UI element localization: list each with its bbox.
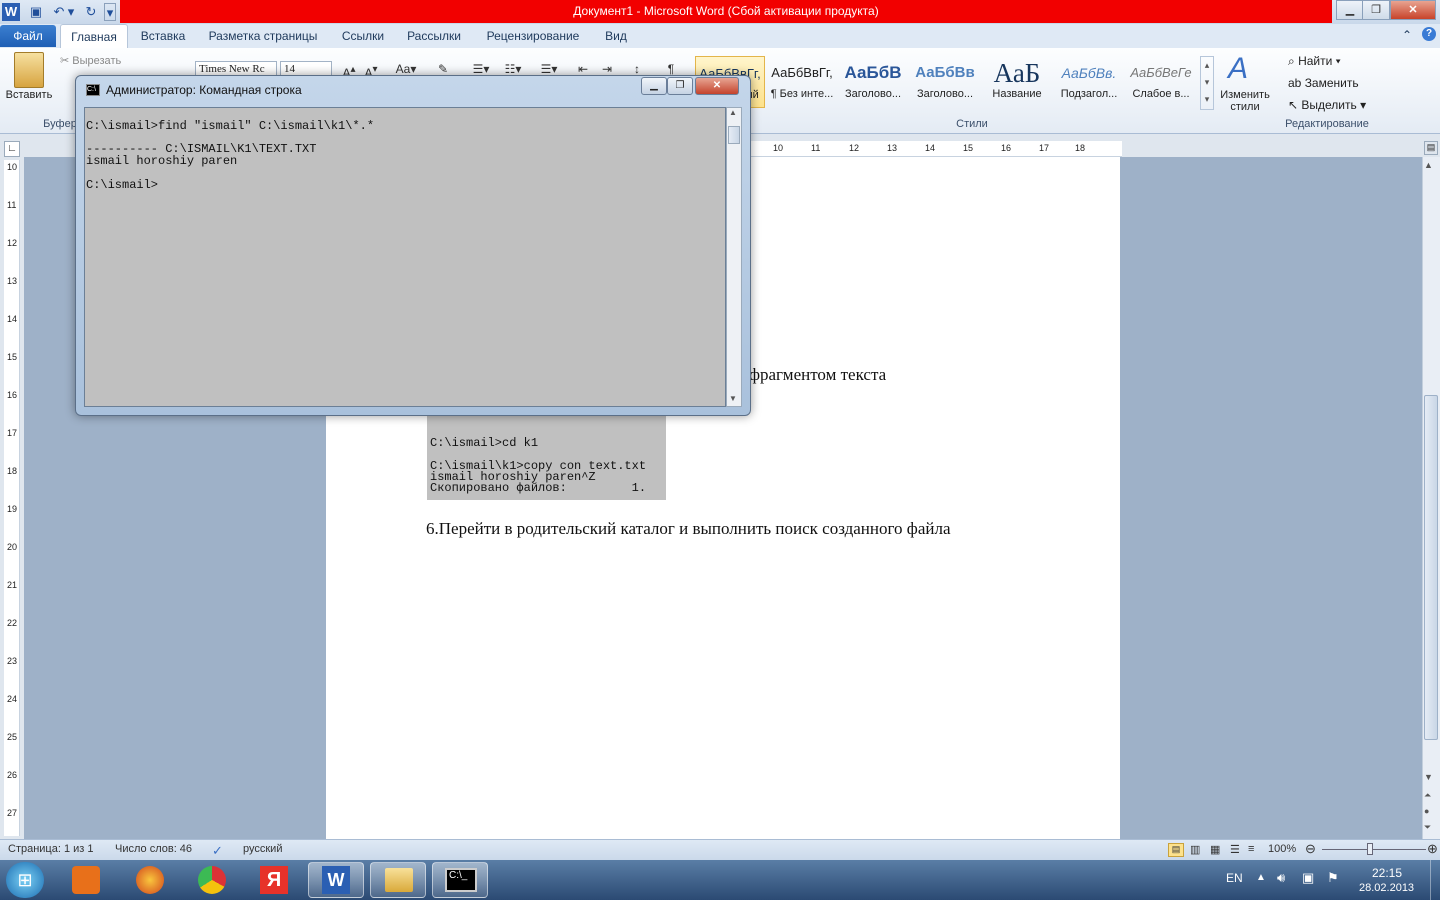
web-layout-icon[interactable]: ▦ xyxy=(1210,843,1220,856)
redo-icon[interactable]: ↻ xyxy=(82,3,100,21)
style-subtitle[interactable]: АаБбВв. Подзагол... xyxy=(1054,56,1124,108)
outline-icon[interactable]: ☰ xyxy=(1230,843,1240,856)
group-clipboard-label: Буфер xyxy=(43,118,77,130)
taskbar-explorer-icon[interactable] xyxy=(370,862,426,898)
taskbar-cmd-icon[interactable]: C:\_ xyxy=(432,862,488,898)
status-page[interactable]: Страница: 1 из 1 xyxy=(8,843,94,855)
tab-mailings[interactable]: Рассылки xyxy=(400,24,468,48)
change-styles-button[interactable]: Изменить стили xyxy=(1216,89,1274,113)
style-subtle-emphasis[interactable]: АаБбВеГе Слабое в... xyxy=(1126,56,1196,108)
reading-layout-icon[interactable]: ▥ xyxy=(1190,843,1200,856)
draft-icon[interactable]: ≡ xyxy=(1248,843,1254,855)
minimize-button[interactable]: ▁ xyxy=(1336,0,1364,20)
collapse-ribbon-icon[interactable]: ⌃ xyxy=(1402,28,1412,42)
tab-references[interactable]: Ссылки xyxy=(334,24,392,48)
zoom-in-icon[interactable]: ⊕ xyxy=(1427,841,1438,857)
scissors-icon: ✂ xyxy=(60,55,73,67)
tab-page-layout[interactable]: Разметка страницы xyxy=(200,24,326,48)
doc-text-partial: фрагментом текста xyxy=(749,365,887,384)
scroll-up-icon[interactable]: ▲ xyxy=(1424,160,1433,170)
ruler-toggle-icon[interactable]: ▤ xyxy=(1424,141,1438,155)
style-no-spacing[interactable]: АаБбВвГг, ¶ Без инте... xyxy=(767,56,837,108)
cmd-line-1: C:\ismail>find "ismail" C:\ismail\k1\*.* xyxy=(86,119,375,133)
volume-icon[interactable]: 🔊︎ xyxy=(1277,870,1285,886)
style-heading-2[interactable]: АаБбВв Заголово... xyxy=(910,56,980,108)
cmd-scrollbar[interactable]: ▲ ▼ xyxy=(726,107,742,407)
cmd-line-6: C:\ismail> xyxy=(86,178,159,192)
cut-button[interactable]: ✂ Вырезать xyxy=(60,54,121,67)
replace-icon: ab xyxy=(1288,76,1305,90)
tab-file[interactable]: Файл xyxy=(0,25,56,47)
replace-button[interactable]: ab Заменить xyxy=(1288,76,1359,90)
taskbar-word-icon[interactable]: W xyxy=(308,862,364,898)
maximize-button[interactable]: ❐ xyxy=(1362,0,1390,20)
status-language[interactable]: русский xyxy=(243,843,282,855)
tab-review[interactable]: Рецензирование xyxy=(478,24,588,48)
group-styles-label: Стили xyxy=(956,118,988,130)
tab-home[interactable]: Главная xyxy=(60,24,128,48)
help-icon[interactable]: ? xyxy=(1422,27,1436,41)
cmd-scroll-down-icon[interactable]: ▼ xyxy=(729,394,737,403)
cmd-maximize-button[interactable]: ❐ xyxy=(667,77,693,95)
show-hidden-icons-icon[interactable]: ▲ xyxy=(1256,872,1266,883)
tab-insert[interactable]: Вставка xyxy=(134,24,192,48)
window-title: Документ1 - Microsoft Word (Сбой активац… xyxy=(120,0,1332,23)
taskbar-chrome-icon[interactable] xyxy=(184,862,240,898)
taskbar-media-player-icon[interactable] xyxy=(58,862,114,898)
paste-button[interactable]: Вставить xyxy=(5,89,53,101)
browse-object-icon[interactable]: ● xyxy=(1424,806,1429,816)
zoom-out-icon[interactable]: ⊖ xyxy=(1305,841,1316,857)
cmd-icon: C:\ xyxy=(86,84,100,96)
input-language[interactable]: EN xyxy=(1226,871,1243,885)
prev-page-icon[interactable]: ⏶ xyxy=(1424,790,1431,801)
change-styles-icon[interactable]: A xyxy=(1228,52,1248,86)
cmd-scroll-thumb[interactable] xyxy=(728,126,740,144)
network-icon[interactable]: ▣ xyxy=(1302,870,1314,886)
vertical-ruler[interactable]: 10 11 12 13 14 15 16 17 18 19 20 21 22 2… xyxy=(4,160,20,836)
start-button[interactable]: ⊞ xyxy=(6,862,44,898)
cmd-scroll-up-icon[interactable]: ▲ xyxy=(729,108,737,117)
show-desktop-button[interactable] xyxy=(1430,860,1440,900)
next-page-icon[interactable]: ⏷ xyxy=(1424,822,1431,833)
action-center-flag-icon[interactable]: ⚑ xyxy=(1327,870,1339,886)
tab-view[interactable]: Вид xyxy=(596,24,636,48)
undo-dropdown-icon[interactable]: ▾ xyxy=(66,3,76,21)
taskbar-yandex-icon[interactable]: Я xyxy=(246,862,302,898)
scrollbar-thumb[interactable] xyxy=(1424,395,1438,740)
taskbar-firefox-icon[interactable] xyxy=(122,862,178,898)
cmd-console[interactable]: C:\ismail>find "ismail" C:\ismail\k1\*.*… xyxy=(84,107,726,407)
word-icon[interactable]: W xyxy=(2,3,20,21)
close-button[interactable]: ✕ xyxy=(1390,0,1436,20)
cursor-icon: ↖ xyxy=(1288,98,1302,112)
style-title[interactable]: АаБ Название xyxy=(982,56,1052,108)
style-heading-1[interactable]: АаБбВ Заголово... xyxy=(838,56,908,108)
spellcheck-icon[interactable]: ✓ xyxy=(212,843,223,859)
scroll-down-icon[interactable]: ▼ xyxy=(1424,772,1433,782)
zoom-level[interactable]: 100% xyxy=(1268,843,1296,855)
clock-time[interactable]: 22:15 xyxy=(1372,866,1402,880)
zoom-slider-thumb[interactable] xyxy=(1367,843,1373,855)
print-layout-icon[interactable]: ▤ xyxy=(1168,843,1184,857)
tab-selector-icon[interactable]: ∟ xyxy=(4,141,20,157)
clock-date[interactable]: 28.02.2013 xyxy=(1359,882,1414,894)
styles-scroll[interactable]: ▴ ▾ ▾ xyxy=(1200,56,1214,110)
cmd-title: Администратор: Командная строка xyxy=(106,83,302,97)
paste-icon[interactable] xyxy=(14,52,44,88)
embedded-screenshot[interactable]: C:\ismail>cd k1 C:\ismail\k1>copy con te… xyxy=(427,406,666,500)
customize-qa-icon[interactable]: ▾ xyxy=(104,3,116,21)
select-button[interactable]: ↖ Выделить ▾ xyxy=(1288,98,1366,112)
zoom-slider[interactable] xyxy=(1322,849,1426,850)
binoculars-icon: ⌕ xyxy=(1288,54,1299,68)
cmd-line-4: ismail horoshiy paren xyxy=(86,154,238,168)
status-words[interactable]: Число слов: 46 xyxy=(115,843,192,855)
cmd-minimize-button[interactable]: ▁ xyxy=(641,77,667,95)
group-editing-label: Редактирование xyxy=(1285,118,1369,130)
save-icon[interactable]: ▣ xyxy=(27,3,45,21)
doc-paragraph-6: 6.Перейти в родительский каталог и выпол… xyxy=(426,519,951,538)
cmd-close-button[interactable]: ✕ xyxy=(695,77,739,95)
find-button[interactable]: ⌕ Найти ▾ xyxy=(1288,54,1341,69)
